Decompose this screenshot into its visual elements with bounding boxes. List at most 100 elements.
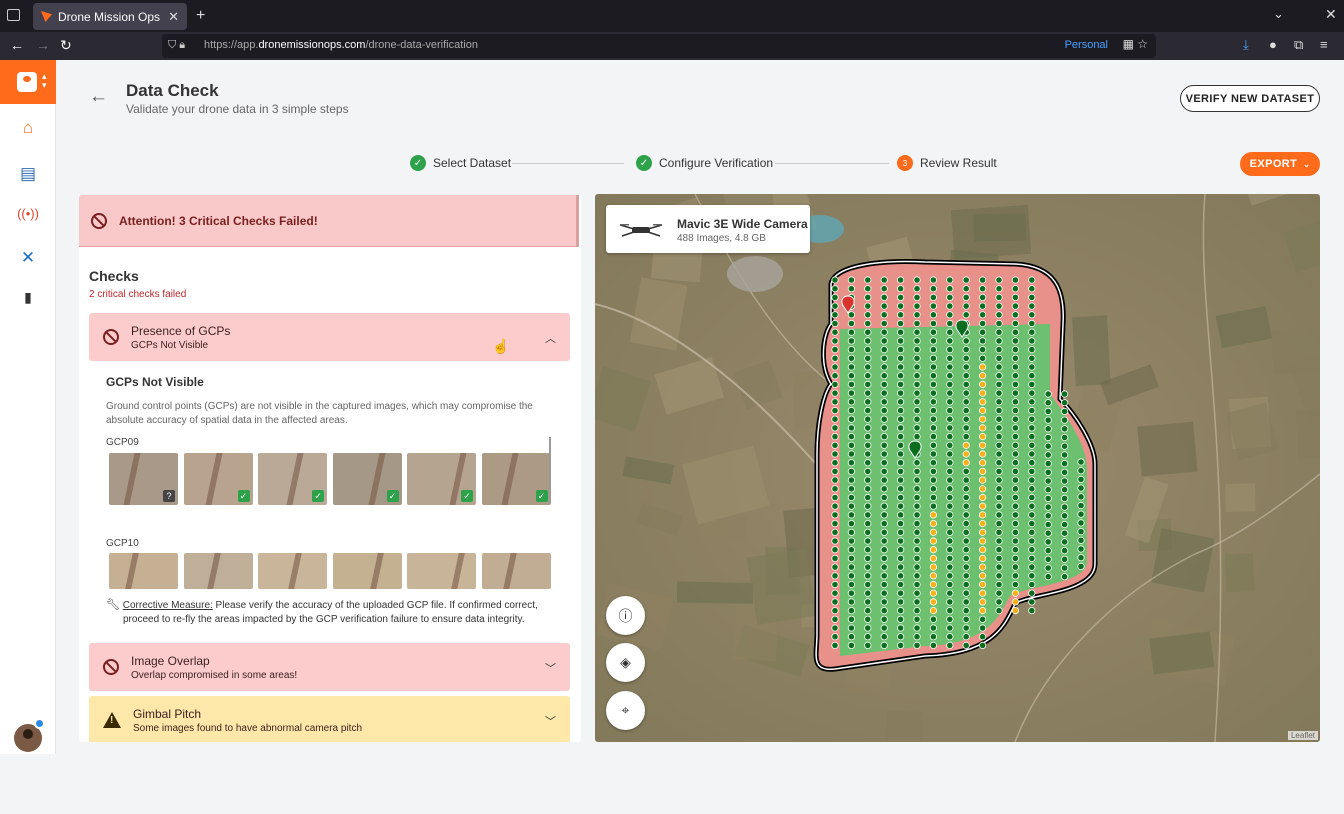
image-capture-point[interactable] <box>978 572 987 580</box>
image-capture-point[interactable] <box>962 528 970 536</box>
image-capture-point[interactable] <box>896 459 905 467</box>
image-capture-point[interactable] <box>946 615 954 623</box>
image-capture-point[interactable] <box>962 459 970 467</box>
image-capture-point[interactable] <box>978 511 987 519</box>
image-capture-point[interactable] <box>962 641 970 649</box>
image-capture-point[interactable] <box>946 319 954 328</box>
image-capture-point[interactable] <box>913 311 921 319</box>
image-capture-point[interactable] <box>946 572 954 580</box>
image-capture-point[interactable] <box>1044 416 1052 424</box>
image-capture-point[interactable] <box>913 372 921 380</box>
image-capture-point[interactable] <box>880 372 888 380</box>
image-capture-point[interactable] <box>946 415 954 423</box>
image-capture-point[interactable] <box>896 389 905 397</box>
image-capture-point[interactable] <box>946 459 954 467</box>
image-capture-point[interactable] <box>929 467 937 475</box>
image-capture-point[interactable] <box>978 554 987 562</box>
image-capture-point[interactable] <box>880 319 888 328</box>
image-capture-point[interactable] <box>962 406 970 415</box>
image-capture-point[interactable] <box>995 537 1003 545</box>
image-capture-point[interactable] <box>962 285 970 293</box>
image-capture-point[interactable] <box>1011 389 1019 397</box>
image-capture-point[interactable] <box>896 415 905 423</box>
image-capture-point[interactable] <box>831 389 839 397</box>
reload-icon[interactable]: ↻ <box>60 37 72 54</box>
image-capture-point[interactable] <box>1011 319 1019 328</box>
image-capture-point[interactable] <box>880 476 888 484</box>
image-capture-point[interactable] <box>831 328 839 336</box>
image-capture-point[interactable] <box>1011 328 1019 336</box>
image-capture-point[interactable] <box>847 624 855 632</box>
map-canvas[interactable] <box>595 194 1320 742</box>
image-capture-point[interactable] <box>896 519 905 528</box>
image-capture-point[interactable] <box>962 554 970 562</box>
image-capture-point[interactable] <box>896 537 905 545</box>
image-capture-point[interactable] <box>929 433 937 441</box>
image-capture-point[interactable] <box>1028 493 1036 502</box>
image-capture-point[interactable] <box>913 389 921 397</box>
image-capture-point[interactable] <box>978 450 987 458</box>
account-icon[interactable]: ● <box>1269 37 1277 52</box>
image-capture-point[interactable] <box>978 276 987 284</box>
image-capture-point[interactable] <box>896 433 905 441</box>
accordion-gimbal-pitch[interactable]: Gimbal Pitch Some images found to have a… <box>89 696 570 742</box>
image-capture-point[interactable] <box>913 302 921 310</box>
image-capture-point[interactable] <box>864 537 872 545</box>
image-capture-point[interactable] <box>1028 485 1036 493</box>
image-capture-point[interactable] <box>929 485 937 493</box>
image-capture-point[interactable] <box>847 502 855 510</box>
image-capture-point[interactable] <box>1011 398 1019 406</box>
image-capture-point[interactable] <box>1060 494 1069 502</box>
image-capture-point[interactable] <box>1011 380 1019 388</box>
image-capture-point[interactable] <box>913 380 921 388</box>
image-capture-point[interactable] <box>847 485 855 493</box>
image-capture-point[interactable] <box>913 459 921 467</box>
image-capture-point[interactable] <box>896 380 905 388</box>
image-capture-point[interactable] <box>1077 484 1085 492</box>
image-capture-point[interactable] <box>847 580 855 589</box>
image-capture-point[interactable] <box>831 354 839 362</box>
image-capture-point[interactable] <box>1044 468 1052 476</box>
image-capture-point[interactable] <box>896 406 905 415</box>
image-capture-point[interactable] <box>896 493 905 502</box>
image-capture-point[interactable] <box>995 380 1003 388</box>
image-capture-point[interactable] <box>995 415 1003 423</box>
image-capture-point[interactable] <box>880 302 888 310</box>
image-capture-point[interactable] <box>896 450 905 458</box>
image-capture-point[interactable] <box>978 319 987 328</box>
accordion-image-overlap[interactable]: Image Overlap Overlap compromised in som… <box>89 643 570 691</box>
image-capture-point[interactable] <box>864 433 872 441</box>
image-capture-point[interactable] <box>962 311 970 319</box>
image-capture-point[interactable] <box>847 363 855 371</box>
image-capture-point[interactable] <box>880 615 888 623</box>
image-capture-point[interactable] <box>864 476 872 484</box>
image-capture-point[interactable] <box>962 624 970 632</box>
image-capture-point[interactable] <box>995 572 1003 580</box>
image-capture-point[interactable] <box>946 372 954 380</box>
image-capture-point[interactable] <box>929 319 937 328</box>
image-capture-point[interactable] <box>946 589 954 597</box>
image-capture-point[interactable] <box>929 459 937 467</box>
image-capture-point[interactable] <box>1011 424 1019 432</box>
image-capture-point[interactable] <box>913 363 921 371</box>
image-capture-point[interactable] <box>946 433 954 441</box>
image-capture-point[interactable] <box>1028 276 1036 284</box>
image-capture-point[interactable] <box>1028 528 1036 536</box>
image-capture-point[interactable] <box>1011 354 1019 362</box>
image-capture-point[interactable] <box>1044 503 1052 511</box>
image-capture-point[interactable] <box>978 363 987 371</box>
image-capture-point[interactable] <box>1028 380 1036 388</box>
image-capture-point[interactable] <box>864 519 872 528</box>
image-capture-point[interactable] <box>831 528 839 536</box>
image-capture-point[interactable] <box>831 502 839 510</box>
gcp-thumbnail[interactable] <box>183 553 253 589</box>
image-capture-point[interactable] <box>1011 276 1019 284</box>
image-capture-point[interactable] <box>978 598 987 606</box>
image-capture-point[interactable] <box>1011 363 1019 371</box>
image-capture-point[interactable] <box>896 528 905 536</box>
image-capture-point[interactable] <box>864 641 872 649</box>
image-capture-point[interactable] <box>1044 520 1052 529</box>
image-capture-point[interactable] <box>847 519 855 528</box>
image-capture-point[interactable] <box>995 476 1003 484</box>
image-capture-point[interactable] <box>913 502 921 510</box>
